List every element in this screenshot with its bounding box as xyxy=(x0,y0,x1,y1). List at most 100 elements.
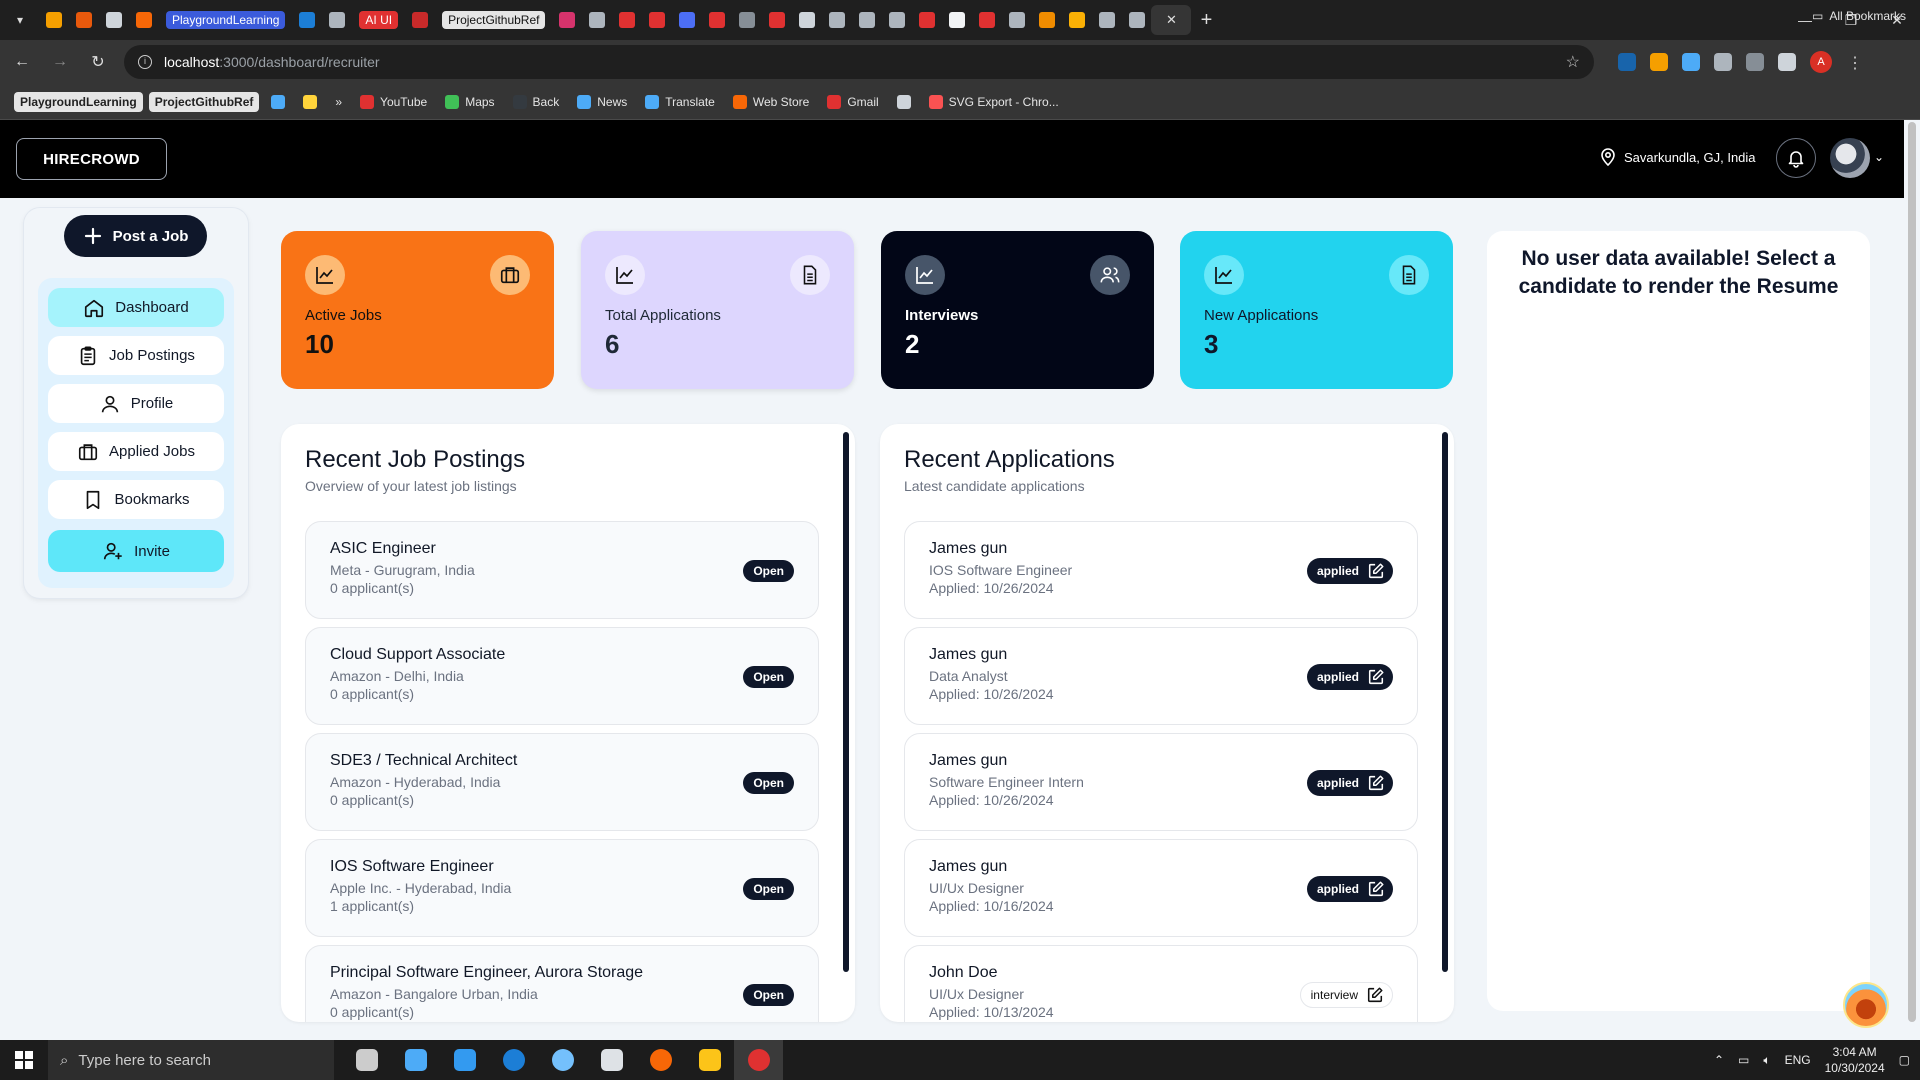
application-card[interactable]: James gun Data Analyst Applied: 10/26/2024… xyxy=(904,627,1418,725)
copilot-icon[interactable] xyxy=(391,1040,440,1080)
scrollbar-thumb[interactable] xyxy=(1908,122,1916,1022)
browser-tab[interactable] xyxy=(823,5,851,35)
logo[interactable]: HIRECROWD xyxy=(16,138,167,180)
clock[interactable]: 3:04 AM 10/30/2024 xyxy=(1825,1044,1885,1076)
status-badge[interactable]: interview xyxy=(1299,982,1393,1008)
edit-icon[interactable] xyxy=(1367,880,1385,898)
sidebar-item-dashboard[interactable]: Dashboard xyxy=(48,288,224,327)
browser-tab[interactable] xyxy=(1063,5,1091,35)
browser-tab[interactable] xyxy=(613,5,641,35)
browser-tab[interactable] xyxy=(883,5,911,35)
stat-card-total-applications[interactable]: Total Applications 6 xyxy=(581,231,854,389)
browser-tab[interactable] xyxy=(583,5,611,35)
job-card[interactable]: Cloud Support Associate Amazon - Delhi, I… xyxy=(305,627,819,725)
browser-tab[interactable] xyxy=(793,5,821,35)
url-input[interactable]: i localhost:3000/dashboard/recruiter ☆ xyxy=(124,45,1594,79)
bookmark-item[interactable]: PlaygroundLearning xyxy=(14,91,143,112)
browser-tab[interactable] xyxy=(643,5,671,35)
job-card[interactable]: SDE3 / Technical Architect Amazon - Hyder… xyxy=(305,733,819,831)
stat-card-interviews[interactable]: Interviews 2 xyxy=(881,231,1154,389)
job-card[interactable]: IOS Software Engineer Apple Inc. - Hydera… xyxy=(305,839,819,937)
back-button[interactable]: ← xyxy=(6,46,38,78)
application-card[interactable]: James gun IOS Software Engineer Applied: 1… xyxy=(904,521,1418,619)
firefox-icon[interactable] xyxy=(636,1040,685,1080)
scrollbar[interactable] xyxy=(1442,432,1448,972)
browser-tab[interactable] xyxy=(553,5,581,35)
speaker-icon[interactable]: 🔈︎ xyxy=(1763,1053,1770,1068)
bookmark-item[interactable]: News xyxy=(571,92,633,112)
status-badge[interactable]: applied xyxy=(1306,664,1393,690)
browser-tab[interactable] xyxy=(1003,5,1031,35)
sidebar-item-applied-jobs[interactable]: Applied Jobs xyxy=(48,432,224,471)
browser-tab[interactable] xyxy=(1123,5,1151,35)
bookmark-item[interactable]: » xyxy=(329,92,348,112)
tab-search-button[interactable]: ▾ xyxy=(0,0,40,40)
browser-tab[interactable] xyxy=(70,5,98,35)
profile-button[interactable]: A xyxy=(1810,51,1832,73)
taskbar-search-input[interactable]: ⌕ Type here to search xyxy=(48,1040,334,1080)
explorer-icon[interactable] xyxy=(685,1040,734,1080)
reload-button[interactable]: ↻ xyxy=(82,46,114,78)
edge-icon[interactable] xyxy=(489,1040,538,1080)
browser-tab[interactable] xyxy=(763,5,791,35)
start-button[interactable] xyxy=(0,1040,48,1080)
chevron-up-icon[interactable]: ⌃ xyxy=(1714,1053,1724,1067)
browser-tab[interactable] xyxy=(1093,5,1121,35)
close-icon[interactable]: ✕ xyxy=(1166,12,1177,28)
lab-icon[interactable] xyxy=(1746,53,1764,71)
notification-center-icon[interactable]: ▢ xyxy=(1899,1053,1910,1067)
application-card[interactable]: James gun UI/Ux Designer Applied: 10/16/20… xyxy=(904,839,1418,937)
browser-tab[interactable] xyxy=(733,5,761,35)
bookmark-item[interactable]: Back xyxy=(507,92,566,112)
app-icon[interactable] xyxy=(538,1040,587,1080)
edit-icon[interactable] xyxy=(1367,562,1385,580)
avatar[interactable] xyxy=(1830,138,1870,178)
application-card[interactable]: John Doe UI/Ux Designer Applied: 10/13/202… xyxy=(904,945,1418,1022)
browser-tab[interactable] xyxy=(853,5,881,35)
bookmark-item[interactable]: Translate xyxy=(639,92,721,112)
browser-tab[interactable] xyxy=(973,5,1001,35)
sidebar-item-bookmarks[interactable]: Bookmarks xyxy=(48,480,224,519)
bookmark-item[interactable]: SVG Export - Chro... xyxy=(923,92,1065,112)
browser-tab[interactable] xyxy=(406,5,434,35)
side-panel-icon[interactable] xyxy=(1778,53,1796,71)
bookmark-item[interactable] xyxy=(265,92,291,112)
chrome-icon[interactable] xyxy=(734,1040,783,1080)
browser-tab[interactable]: AI UI xyxy=(353,5,404,35)
extension-icon[interactable] xyxy=(1682,53,1700,71)
language-indicator[interactable]: ENG xyxy=(1785,1053,1811,1067)
puzzle-icon[interactable] xyxy=(1714,53,1732,71)
bookmark-item[interactable]: ProjectGithubRef xyxy=(148,91,260,112)
browser-tab[interactable] xyxy=(323,5,351,35)
application-card[interactable]: James gun Software Engineer Intern Applied… xyxy=(904,733,1418,831)
browser-tab[interactable] xyxy=(673,5,701,35)
sidebar-item-profile[interactable]: Profile xyxy=(48,384,224,423)
edit-icon[interactable] xyxy=(1367,774,1385,792)
network-icon[interactable]: ▭ xyxy=(1738,1053,1749,1067)
browser-tab[interactable] xyxy=(293,5,321,35)
terminal-icon[interactable] xyxy=(587,1040,636,1080)
browser-tab[interactable] xyxy=(943,5,971,35)
bookmark-item[interactable]: Gmail xyxy=(821,92,884,112)
stat-card-new-applications[interactable]: New Applications 3 xyxy=(1180,231,1453,389)
new-tab-button[interactable]: + xyxy=(1191,9,1221,32)
bookmark-item[interactable]: Web Store xyxy=(727,92,815,112)
stat-card-active-jobs[interactable]: Active Jobs 10 xyxy=(281,231,554,389)
bookmark-item[interactable] xyxy=(297,92,323,112)
bookmark-item[interactable]: YouTube xyxy=(354,92,433,112)
edit-icon[interactable] xyxy=(1366,986,1384,1004)
notifications-button[interactable] xyxy=(1776,138,1816,178)
menu-icon[interactable]: ⋮ xyxy=(1846,53,1864,72)
browser-tab[interactable] xyxy=(1033,5,1061,35)
tab-active[interactable]: ✕ xyxy=(1151,5,1192,35)
post-job-button[interactable]: Post a Job xyxy=(64,215,207,257)
page-scrollbar[interactable] xyxy=(1904,120,1920,1040)
chevron-down-icon[interactable]: ⌄ xyxy=(1874,150,1884,164)
store-icon[interactable] xyxy=(440,1040,489,1080)
status-badge[interactable]: applied xyxy=(1306,558,1393,584)
status-badge[interactable]: applied xyxy=(1306,876,1393,902)
floating-assistant-button[interactable] xyxy=(1843,982,1889,1028)
sidebar-item-job-postings[interactable]: Job Postings xyxy=(48,336,224,375)
browser-tab[interactable]: PlaygroundLearning xyxy=(160,5,291,35)
job-card[interactable]: ASIC Engineer Meta - Gurugram, India 0 app… xyxy=(305,521,819,619)
